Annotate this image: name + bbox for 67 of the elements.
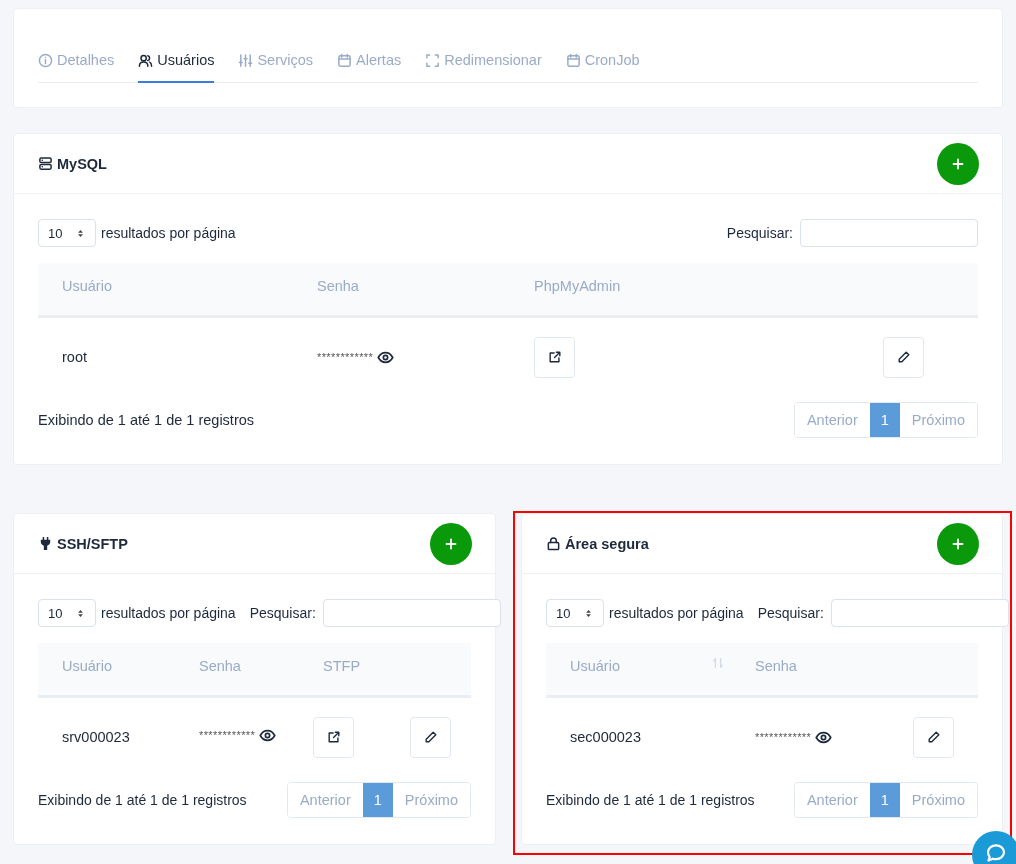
page-button[interactable]: 1 — [869, 783, 900, 817]
page-size-select[interactable]: 10 — [38, 219, 96, 247]
column-header: Senha — [199, 658, 241, 674]
search-label: Pesquisar: — [249, 605, 316, 621]
per-page-label: resultados por página — [101, 225, 236, 241]
table-cell: root — [62, 349, 87, 365]
pencil-icon — [423, 730, 438, 744]
pencil-icon — [926, 730, 941, 744]
per-page-label: resultados por página — [609, 605, 744, 621]
sort-caret-icon — [75, 227, 86, 239]
card-title: SSH/SFTP — [57, 535, 128, 552]
password-mask: ************ — [755, 731, 812, 743]
table-cell: srv000023 — [62, 729, 130, 745]
card-title: MySQL — [57, 155, 107, 172]
edit-button[interactable] — [410, 716, 451, 758]
page-size-select[interactable]: 10 — [38, 599, 96, 627]
column-header: Senha — [755, 658, 797, 674]
search-field[interactable] — [830, 599, 1009, 627]
page-button[interactable]: 1 — [362, 783, 393, 817]
records-info: Exibindo de 1 até 1 de 1 registros — [546, 792, 755, 808]
external-link-icon — [326, 730, 341, 744]
add-button[interactable] — [937, 142, 979, 185]
page-size-select[interactable]: 10 — [546, 599, 604, 627]
tab[interactable]: Redimensionar — [425, 40, 542, 83]
password-mask: ************ — [317, 351, 374, 363]
open-link-button[interactable] — [313, 716, 354, 758]
search-field[interactable] — [322, 599, 501, 627]
chat-icon — [985, 842, 1007, 864]
page-button[interactable]: 1 — [869, 403, 900, 437]
card-title: Área segura — [565, 535, 649, 552]
calendar-icon — [565, 52, 581, 68]
column-header: PhpMyAdmin — [534, 278, 621, 294]
sort-caret-icon — [583, 607, 594, 619]
sliders-icon — [238, 52, 254, 68]
external-link-icon — [547, 350, 562, 364]
search-label: Pesquisar: — [757, 605, 824, 621]
column-header: Usuário — [62, 278, 112, 294]
pencil-icon — [896, 350, 911, 364]
plug-icon — [38, 536, 53, 551]
edit-button[interactable] — [883, 336, 924, 378]
tab[interactable]: Serviços — [238, 40, 314, 83]
edit-button[interactable] — [913, 716, 954, 758]
server-icon — [38, 156, 53, 171]
lock-icon — [546, 536, 561, 551]
tab[interactable]: Alertas — [337, 40, 402, 83]
add-button[interactable] — [937, 522, 979, 565]
password-mask: ************ — [199, 729, 256, 741]
records-info: Exibindo de 1 até 1 de 1 registros — [38, 412, 255, 428]
per-page-label: resultados por página — [101, 605, 236, 621]
tab[interactable]: Usuários — [138, 40, 215, 83]
column-header: Senha — [317, 278, 359, 294]
open-link-button[interactable] — [534, 336, 575, 378]
add-button[interactable] — [430, 522, 472, 565]
calendar-icon — [337, 52, 353, 68]
tab[interactable]: CronJob — [565, 40, 640, 83]
tab[interactable]: Detalhes — [38, 40, 115, 83]
info-icon — [38, 52, 53, 68]
records-info: Exibindo de 1 até 1 de 1 registros — [38, 792, 247, 808]
search-label: Pesquisar: — [726, 225, 793, 241]
table-cell: sec000023 — [570, 729, 641, 745]
expand-icon — [425, 52, 441, 68]
users-icon — [138, 52, 154, 68]
sort-caret-icon — [75, 607, 86, 619]
column-header: Usuário — [570, 658, 620, 674]
column-header: STFP — [323, 658, 361, 674]
search-field[interactable] — [800, 219, 978, 247]
column-header: Usuário — [62, 658, 112, 674]
